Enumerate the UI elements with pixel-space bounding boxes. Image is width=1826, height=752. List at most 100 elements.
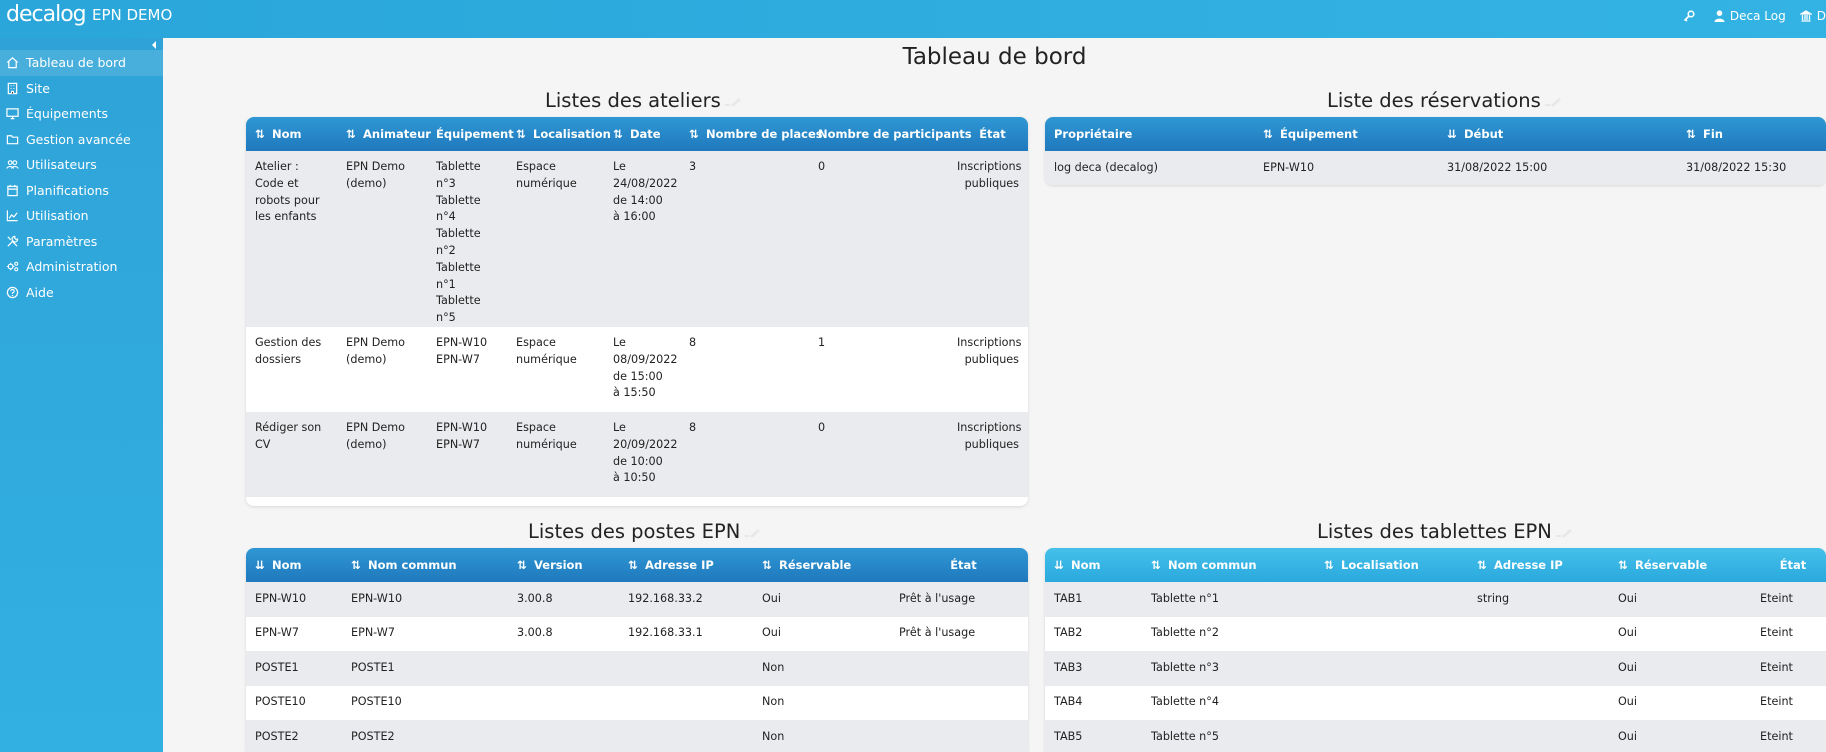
cell-reservable: Oui: [1618, 591, 1638, 605]
cell-ip: [1468, 651, 1609, 686]
reservations-table: Propriétaire ⇅ Équipement ⇊ Début ⇅ Fin log…: [1045, 117, 1826, 185]
col-nom-commun[interactable]: ⇅ Nom commun: [1142, 548, 1315, 582]
cell-date: Le 06/10/2022 de 15:00 à 15:50: [604, 497, 680, 507]
col-equipement[interactable]: ⇅ Équipement: [1254, 117, 1438, 151]
cell-nom: TAB3: [1054, 660, 1083, 674]
edit-icon[interactable]: [744, 528, 770, 538]
cell-reservable: Oui: [1618, 626, 1638, 640]
sidebar-item-utilisateurs[interactable]: Utilisateurs: [0, 152, 163, 178]
user-menu[interactable]: Deca Log: [1714, 9, 1786, 23]
table-row[interactable]: Les services administratifs en ligne EPN…: [246, 496, 1028, 507]
col-etat[interactable]: État: [1751, 548, 1826, 582]
table-row[interactable]: log deca (decalog) EPN-W10 31/08/2022 15…: [1045, 151, 1826, 185]
col-nom[interactable]: ⇅ Nom: [246, 117, 337, 151]
col-nom[interactable]: ⇊ Nom: [1045, 548, 1142, 582]
col-reservable[interactable]: ⇅ Réservable: [753, 548, 890, 582]
cell-localisation: [1315, 617, 1468, 652]
col-adresse-ip[interactable]: ⇅ Adresse IP: [619, 548, 753, 582]
postes-table: ⇊ Nom ⇅ Nom commun ⇅ Version ⇅ Adresse IP ⇅ R…: [246, 548, 1028, 752]
sort-icon: ⇅: [1263, 127, 1273, 142]
cell-nom-commun: EPN-W7: [351, 626, 395, 640]
col-debut[interactable]: ⇊ Début: [1438, 117, 1677, 151]
sidebar-item-aide[interactable]: Aide: [0, 280, 163, 306]
cell-localisation: Espace numérique: [516, 335, 577, 366]
cell-reservable: Non: [762, 660, 785, 674]
cell-equipement: EPN-W10: [1263, 160, 1315, 174]
sort-icon: ⇅: [255, 127, 265, 142]
table-row[interactable]: POSTE10 POSTE10 Non: [246, 685, 1028, 721]
col-proprietaire[interactable]: Propriétaire: [1045, 117, 1254, 151]
collapse-left-icon[interactable]: [149, 40, 159, 50]
col-localisation[interactable]: ⇅ Localisation: [1315, 548, 1468, 582]
cell-etat: [890, 686, 1028, 721]
table-row[interactable]: TAB2 Tablette n°2 Oui Eteint: [1045, 616, 1826, 652]
cell-localisation: Espace numérique: [507, 497, 604, 507]
edit-icon[interactable]: [724, 97, 751, 107]
table-row[interactable]: TAB4 Tablette n°4 Oui Eteint: [1045, 685, 1826, 720]
sort-desc-icon: ⇊: [255, 558, 265, 573]
logo[interactable]: decalog: [6, 2, 87, 27]
sidebar-item-tableau-de-bord[interactable]: Tableau de bord: [0, 50, 163, 76]
cell-nom: TAB2: [1054, 626, 1083, 640]
sidebar-item-administration[interactable]: Administration: [0, 254, 163, 280]
table-row[interactable]: EPN-W10 EPN-W10 3.00.8 192.168.33.2 Oui …: [246, 582, 1028, 617]
col-etat[interactable]: État: [890, 548, 1028, 582]
sort-icon: ⇅: [1151, 558, 1161, 573]
site-menu[interactable]: D: [1799, 9, 1826, 23]
col-nom[interactable]: ⇊ Nom: [246, 548, 342, 582]
cell-reservable: Oui: [1618, 695, 1638, 709]
cell-equipement: EPN-W10 EPN-W7: [427, 497, 507, 507]
table-row[interactable]: POSTE2 POSTE2 Non: [246, 720, 1028, 752]
table-row[interactable]: Gestion des dossiers EPN Demo (demo) EPN…: [246, 326, 1028, 412]
table-row[interactable]: TAB5 Tablette n°5 Oui Eteint: [1045, 720, 1826, 752]
sidebar-item-gestion-avancee[interactable]: Gestion avancée: [0, 127, 163, 153]
cell-version: [508, 686, 619, 721]
table-row[interactable]: TAB1 Tablette n°1 string Oui Eteint: [1045, 582, 1826, 617]
cell-nom: EPN-W10: [255, 591, 307, 605]
sort-icon: ⇅: [762, 558, 772, 573]
chart-line-icon: [6, 210, 18, 222]
cell-participants: 1: [818, 335, 826, 349]
sidebar-item-label: Gestion avancée: [26, 131, 131, 147]
building-icon: [7, 82, 18, 94]
sidebar-item-equipements[interactable]: Équipements: [0, 101, 163, 127]
table-row[interactable]: Rédiger son CV EPN Demo (demo) EPN-W10 E…: [246, 411, 1028, 497]
institution-icon: [1799, 10, 1812, 22]
sidebar-item-parametres[interactable]: Paramètres: [0, 229, 163, 255]
col-version[interactable]: ⇅ Version: [508, 548, 619, 582]
sidebar-item-planifications[interactable]: Planifications: [0, 178, 163, 204]
sidebar-item-utilisation[interactable]: Utilisation: [0, 203, 163, 229]
table-row[interactable]: Atelier : Code et robots pour les enfant…: [246, 151, 1028, 327]
edit-icon[interactable]: [1555, 528, 1582, 538]
tablettes-title: Listes des tablettes EPN: [1317, 520, 1582, 543]
key-button[interactable]: [1683, 10, 1700, 22]
col-fin[interactable]: ⇅ Fin: [1677, 117, 1826, 151]
sidebar-item-label: Administration: [26, 259, 118, 275]
table-row[interactable]: POSTE1 POSTE1 Non: [246, 651, 1028, 686]
col-localisation[interactable]: ⇅ Localisation: [507, 117, 611, 151]
table-row[interactable]: TAB3 Tablette n°3 Oui Eteint: [1045, 651, 1826, 686]
edit-icon[interactable]: [1544, 97, 1571, 107]
col-animateur[interactable]: ⇅ Animateur: [337, 117, 431, 151]
cell-date: Le 20/09/2022 de 10:00 à 10:50: [613, 420, 678, 485]
sidebar-item-site[interactable]: Site: [0, 76, 163, 102]
col-nom-commun[interactable]: ⇅ Nom commun: [342, 548, 508, 582]
col-nombre-participants[interactable]: Nombre de participants: [809, 117, 972, 151]
tablettes-title-text: Listes des tablettes EPN: [1317, 520, 1552, 543]
col-adresse-ip[interactable]: ⇅ Adresse IP: [1468, 548, 1609, 582]
cell-date: Le 24/08/2022 de 14:00 à 16:00: [613, 160, 678, 224]
col-nombre-places[interactable]: ⇅ Nombre de places: [680, 117, 823, 151]
cell-places: 8: [689, 335, 697, 349]
col-equipement[interactable]: Équipement: [427, 117, 514, 151]
cell-nom: Les services administratifs en ligne: [246, 497, 337, 507]
cell-proprietaire: log deca (decalog): [1054, 160, 1158, 174]
table-row[interactable]: EPN-W7 EPN-W7 3.00.8 192.168.33.1 Oui Pr…: [246, 616, 1028, 651]
postes-title-text: Listes des postes EPN: [528, 520, 741, 543]
cell-participants: 0: [818, 420, 826, 434]
col-reservable[interactable]: ⇅ Réservable: [1609, 548, 1751, 582]
col-date[interactable]: ⇅ Date: [604, 117, 680, 151]
cell-ip: [619, 651, 753, 686]
cell-equipement: EPN-W10 EPN-W7: [436, 335, 488, 366]
cell-etat: [890, 720, 1028, 752]
cell-localisation: [1315, 651, 1468, 686]
